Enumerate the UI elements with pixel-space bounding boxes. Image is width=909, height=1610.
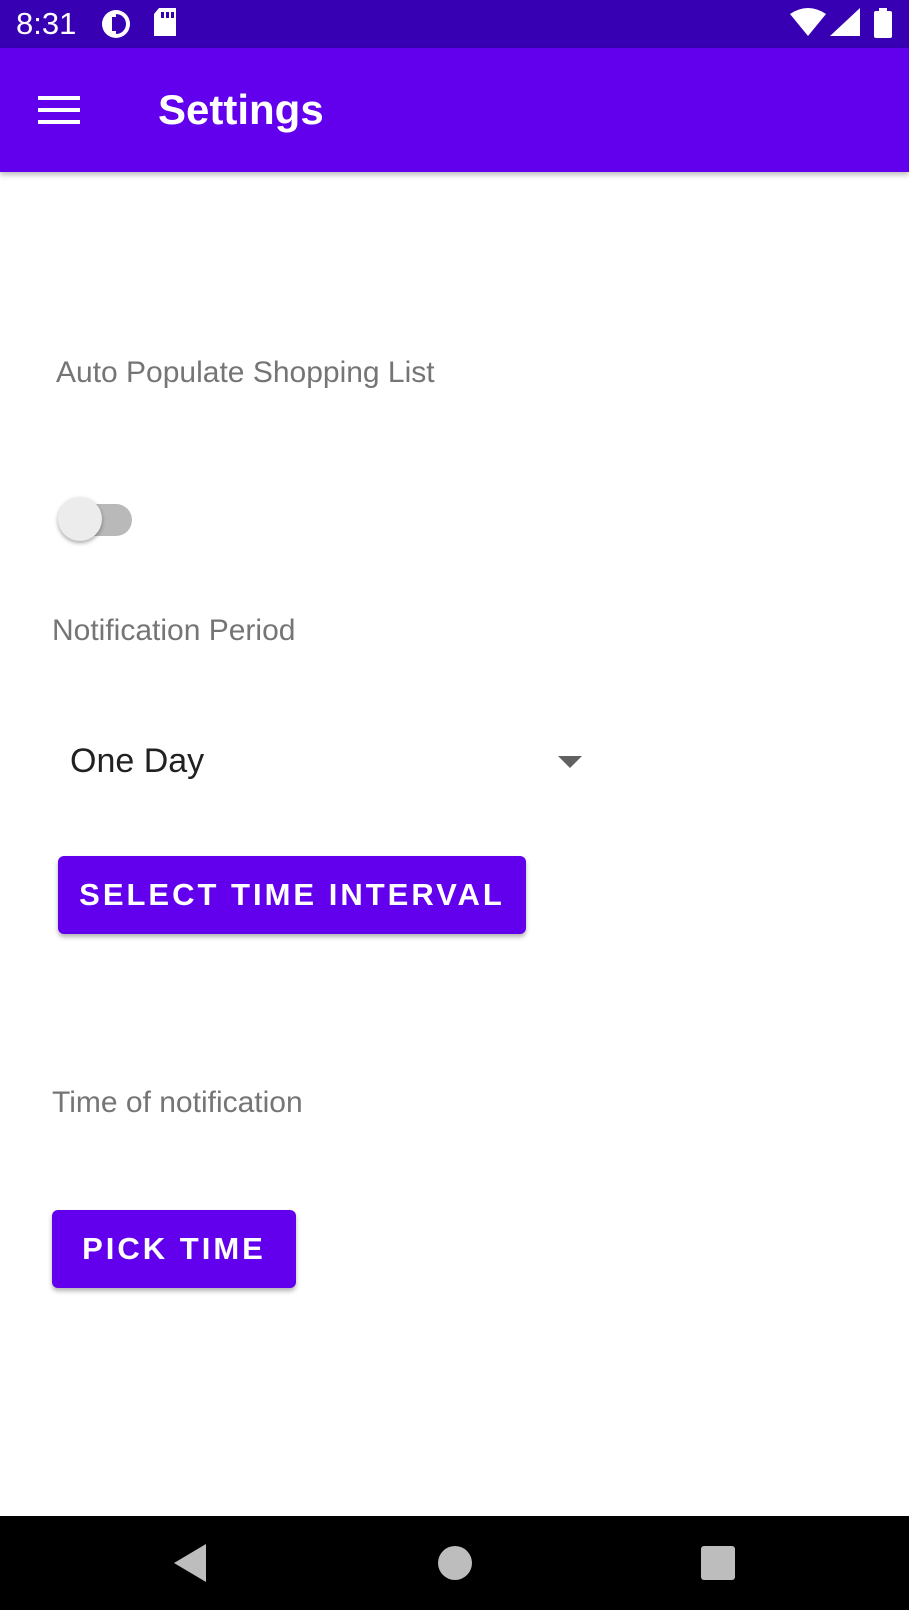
- auto-populate-switch[interactable]: [58, 494, 140, 546]
- signal-icon: [830, 8, 860, 36]
- notification-period-dropdown[interactable]: One Day: [56, 718, 596, 804]
- notification-period-label: Notification Period: [52, 614, 296, 647]
- wifi-icon: [790, 8, 826, 36]
- dropdown-arrow-icon: [558, 756, 582, 768]
- status-bar: 8:31: [0, 0, 909, 48]
- status-time: 8:31: [16, 6, 77, 41]
- auto-populate-label: Auto Populate Shopping List: [56, 356, 435, 389]
- select-time-interval-button[interactable]: SELECT TIME INTERVAL: [58, 856, 526, 934]
- time-of-notification-label: Time of notification: [52, 1086, 303, 1119]
- switch-thumb: [58, 497, 102, 541]
- data-saver-icon: [102, 10, 130, 38]
- sd-card-icon: [154, 8, 176, 36]
- dropdown-selected-value: One Day: [70, 742, 205, 780]
- page-title: Settings: [158, 86, 324, 133]
- pick-time-button[interactable]: PICK TIME: [52, 1210, 296, 1288]
- app-bar: Settings: [0, 48, 909, 172]
- home-icon[interactable]: [434, 1542, 476, 1584]
- system-navigation-bar: [0, 1516, 909, 1610]
- hamburger-menu-icon[interactable]: [32, 88, 88, 132]
- battery-icon: [874, 8, 892, 38]
- recents-icon[interactable]: [698, 1542, 738, 1584]
- back-icon[interactable]: [170, 1542, 210, 1584]
